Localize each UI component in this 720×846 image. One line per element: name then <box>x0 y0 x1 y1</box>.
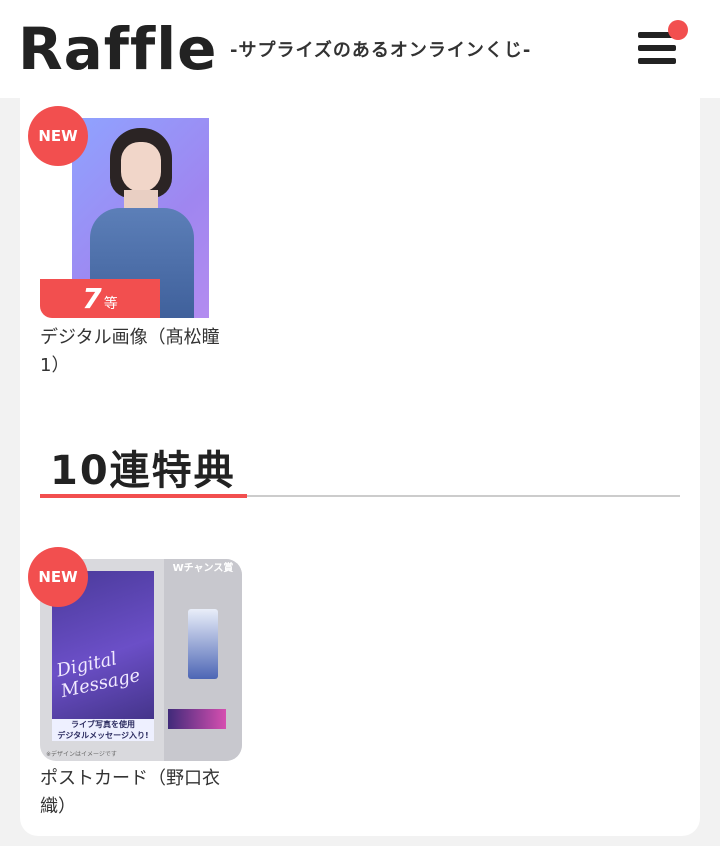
hamburger-menu-icon[interactable] <box>636 20 688 68</box>
section-divider-accent <box>40 494 247 498</box>
w-chance-tag: Wチャンス賞 <box>172 563 234 574</box>
site-header: Raffle -サプライズのあるオンラインくじ- <box>0 0 720 98</box>
site-tagline: -サプライズのあるオンラインくじ- <box>230 40 532 61</box>
new-badge: NEW <box>28 106 88 166</box>
thumb-caption: ライブ写真を使用 デジタルメッセージ入り! <box>52 719 154 741</box>
prize-list-card: 7等 NEW デジタル画像（髙松瞳 1） 10連特典 Digital Messa… <box>20 98 700 836</box>
photo-face <box>121 142 161 192</box>
rank-unit: 等 <box>103 296 118 312</box>
poster-image <box>168 709 226 729</box>
rank-number: 7 <box>82 282 102 315</box>
notification-dot-icon <box>668 20 688 40</box>
bonus-name[interactable]: ポストカード（野口衣織） <box>40 765 230 821</box>
rank-label: 7等 <box>40 279 160 318</box>
new-badge: NEW <box>28 547 88 607</box>
prize-name[interactable]: デジタル画像（髙松瞳 1） <box>40 324 230 380</box>
thumb-note: ※デザインはイメージです <box>46 751 117 758</box>
menu-bar <box>638 45 676 51</box>
banner-image <box>188 609 218 679</box>
raffle-logo[interactable]: Raffle <box>18 12 217 86</box>
section-title: 10連特典 <box>50 448 236 494</box>
menu-bar <box>638 58 676 64</box>
